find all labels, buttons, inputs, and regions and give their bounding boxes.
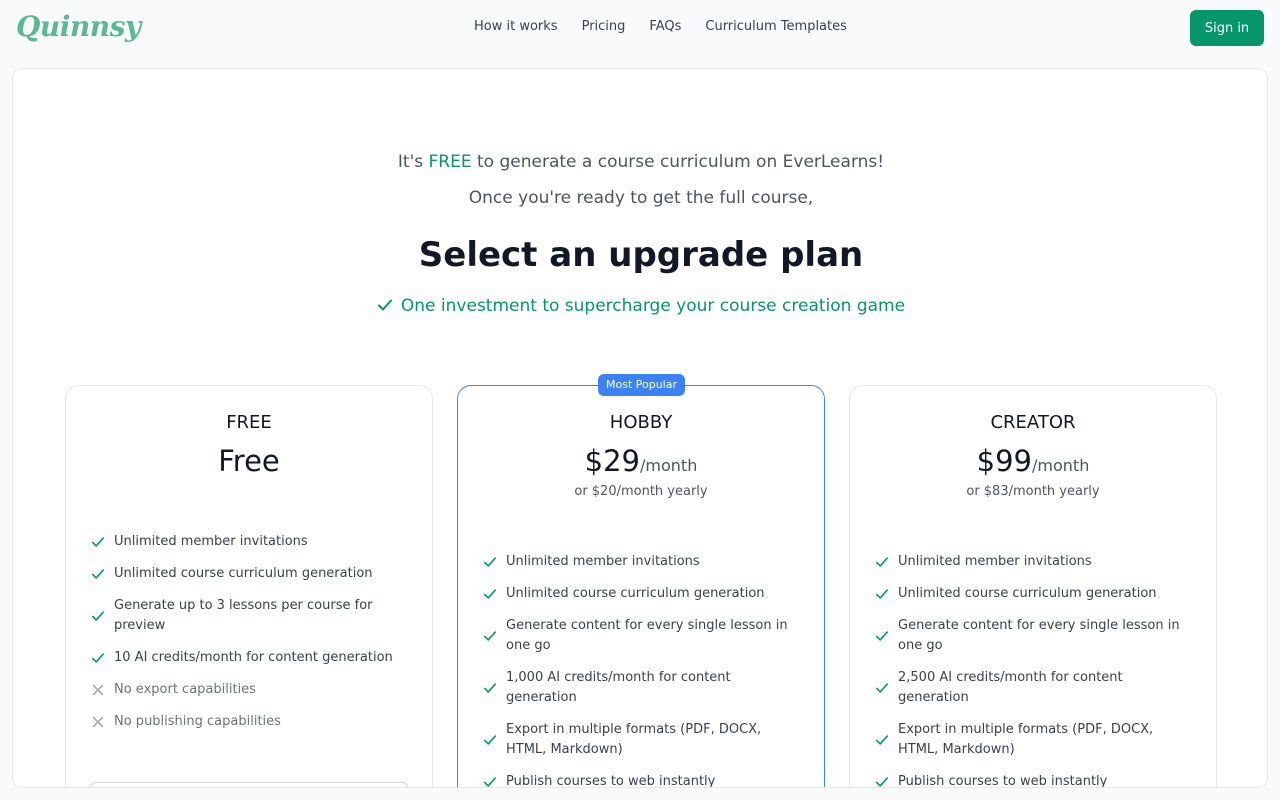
feature-item: Unlimited member invitations bbox=[90, 532, 410, 552]
price-amount: $29 bbox=[584, 444, 641, 478]
pricing-panel: It's FREE to generate a course curriculu… bbox=[12, 68, 1268, 788]
price-period: /month bbox=[640, 456, 698, 475]
check-icon bbox=[874, 732, 890, 748]
plan-card-free: FREE Free Unlimited member invitations Un… bbox=[65, 385, 433, 787]
feature-text: Generate up to 3 lessons per course for … bbox=[114, 598, 373, 633]
feature-item: Unlimited member invitations bbox=[874, 552, 1194, 572]
intro-line: It's FREE to generate a course curriculu… bbox=[13, 152, 1267, 172]
plan-price: Free bbox=[66, 444, 432, 478]
feature-text: No publishing capabilities bbox=[114, 714, 281, 729]
price-period: /month bbox=[1032, 456, 1090, 475]
check-icon bbox=[482, 628, 498, 644]
feature-text: Export in multiple formats (PDF, DOCX, H… bbox=[506, 722, 762, 757]
tagline: One investment to supercharge your cours… bbox=[13, 296, 1267, 316]
feature-text: 1,000 AI credits/month for content gener… bbox=[506, 670, 731, 705]
check-icon bbox=[482, 680, 498, 696]
feature-item: 1,000 AI credits/month for content gener… bbox=[482, 668, 802, 708]
check-icon bbox=[482, 586, 498, 602]
check-icon bbox=[874, 628, 890, 644]
feature-list: Unlimited member invitations Unlimited co… bbox=[482, 552, 802, 788]
x-icon bbox=[90, 682, 106, 698]
sign-in-button[interactable]: Sign in bbox=[1190, 10, 1264, 46]
check-icon bbox=[482, 774, 498, 787]
feature-text: Unlimited course curriculum generation bbox=[898, 586, 1157, 601]
tagline-text: One investment to supercharge your cours… bbox=[400, 296, 906, 316]
feature-text: Generate content for every single lesson… bbox=[898, 618, 1180, 653]
plan-name: FREE bbox=[226, 412, 272, 433]
feature-text: 2,500 AI credits/month for content gener… bbox=[898, 670, 1123, 705]
feature-list: Unlimited member invitations Unlimited co… bbox=[90, 532, 410, 744]
feature-item: Generate content for every single lesson… bbox=[874, 616, 1194, 656]
nav-link-pricing[interactable]: Pricing bbox=[582, 19, 626, 34]
main-nav: How it works Pricing FAQs Curriculum Tem… bbox=[474, 19, 847, 34]
feature-text: Unlimited course curriculum generation bbox=[114, 566, 373, 581]
page-title: Select an upgrade plan bbox=[418, 235, 864, 275]
feature-item: Generate content for every single lesson… bbox=[482, 616, 802, 656]
feature-text: Publish courses to web instantly bbox=[898, 774, 1108, 788]
check-icon bbox=[874, 554, 890, 570]
feature-text: Unlimited member invitations bbox=[506, 554, 700, 569]
price-amount: Free bbox=[218, 444, 280, 478]
check-icon bbox=[874, 680, 890, 696]
most-popular-badge: Most Popular bbox=[598, 374, 686, 396]
feature-item: Publish courses to web instantly bbox=[874, 772, 1194, 788]
feature-item: Unlimited course curriculum generation bbox=[90, 564, 410, 584]
nav-link-curriculum-templates[interactable]: Curriculum Templates bbox=[705, 19, 847, 34]
plan-price: $29/month bbox=[458, 444, 824, 478]
plan-price: $99/month bbox=[850, 444, 1216, 478]
check-icon bbox=[482, 732, 498, 748]
feature-item: 2,500 AI credits/month for content gener… bbox=[874, 668, 1194, 708]
plan-name: HOBBY bbox=[609, 412, 673, 433]
intro-free-highlight: FREE bbox=[428, 152, 472, 172]
feature-item: Unlimited course curriculum generation bbox=[874, 584, 1194, 604]
intro-suffix: to generate a course curriculum on EverL… bbox=[471, 152, 885, 172]
top-navigation-bar: Quinnsy How it works Pricing FAQs Curric… bbox=[0, 0, 1280, 56]
price-amount: $99 bbox=[976, 444, 1033, 478]
feature-item: No export capabilities bbox=[90, 680, 410, 700]
feature-item: 10 AI credits/month for content generati… bbox=[90, 648, 410, 668]
check-icon bbox=[874, 586, 890, 602]
feature-item: Export in multiple formats (PDF, DOCX, H… bbox=[482, 720, 802, 760]
plan-name: CREATOR bbox=[990, 412, 1076, 433]
check-icon bbox=[90, 650, 106, 666]
feature-text: Unlimited member invitations bbox=[898, 554, 1092, 569]
plan-card-creator: CREATOR $99/month or $83/month yearly Un… bbox=[849, 385, 1217, 788]
logo[interactable]: Quinnsy bbox=[16, 10, 141, 43]
select-plan-button[interactable] bbox=[90, 782, 408, 787]
plan-card-hobby: Most Popular HOBBY $29/month or $20/mont… bbox=[457, 374, 825, 788]
check-icon bbox=[377, 299, 392, 311]
yearly-price: or $20/month yearly bbox=[574, 484, 708, 499]
yearly-price: or $83/month yearly bbox=[966, 484, 1100, 499]
feature-item: Export in multiple formats (PDF, DOCX, H… bbox=[874, 720, 1194, 760]
feature-item: No publishing capabilities bbox=[90, 712, 410, 732]
check-icon bbox=[90, 608, 106, 624]
x-icon bbox=[90, 714, 106, 730]
feature-list: Unlimited member invitations Unlimited co… bbox=[874, 552, 1194, 788]
feature-text: No export capabilities bbox=[114, 682, 256, 697]
feature-item: Generate up to 3 lessons per course for … bbox=[90, 596, 410, 636]
check-icon bbox=[90, 566, 106, 582]
feature-text: Unlimited course curriculum generation bbox=[506, 586, 765, 601]
nav-link-faqs[interactable]: FAQs bbox=[649, 19, 681, 34]
check-icon bbox=[874, 774, 890, 787]
intro-prefix: It's bbox=[397, 152, 429, 172]
check-icon bbox=[90, 534, 106, 550]
nav-link-how-it-works[interactable]: How it works bbox=[474, 19, 558, 34]
feature-item: Unlimited course curriculum generation bbox=[482, 584, 802, 604]
feature-text: Export in multiple formats (PDF, DOCX, H… bbox=[898, 722, 1154, 757]
feature-text: Unlimited member invitations bbox=[114, 534, 308, 549]
feature-text: 10 AI credits/month for content generati… bbox=[114, 650, 393, 665]
check-icon bbox=[482, 554, 498, 570]
feature-item: Publish courses to web instantly bbox=[482, 772, 802, 788]
intro-subline: Once you're ready to get the full course… bbox=[468, 188, 814, 208]
feature-text: Generate content for every single lesson… bbox=[506, 618, 788, 653]
feature-text: Publish courses to web instantly bbox=[506, 774, 716, 788]
feature-item: Unlimited member invitations bbox=[482, 552, 802, 572]
